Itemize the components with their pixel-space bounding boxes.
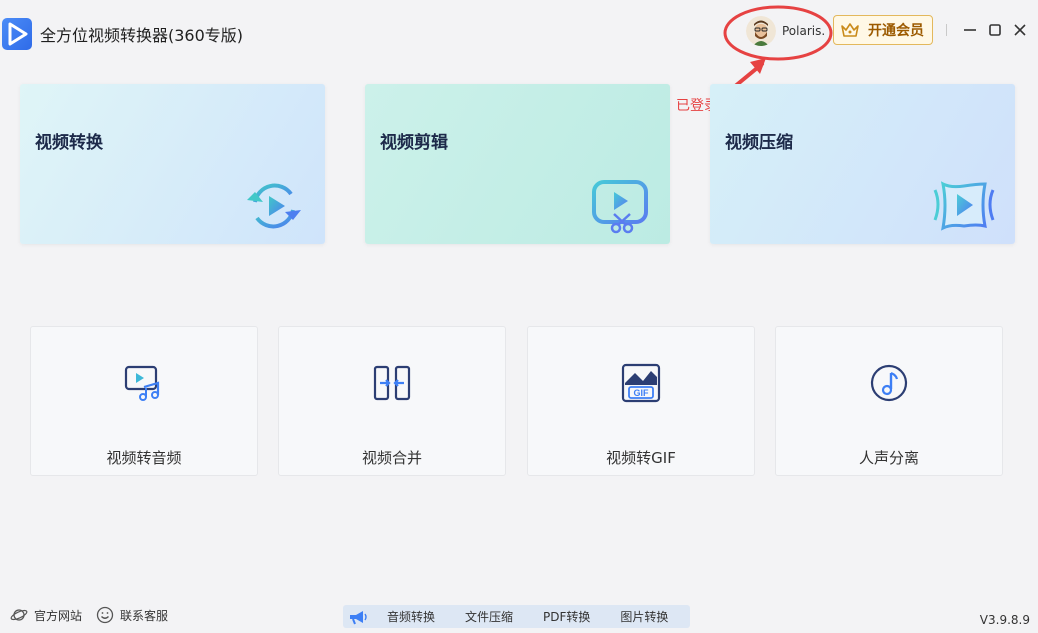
official-website-label[interactable]: 官方网站 [34,607,82,624]
titlebar-divider [946,24,947,36]
maximize-button[interactable] [985,20,1005,40]
video-convert-card[interactable]: 视频转换 [20,84,325,244]
tool-video-to-gif[interactable]: GIF 视频转GIF [527,326,755,476]
tool-label: 人声分离 [858,449,919,467]
bar-item-file-compress[interactable]: 文件压缩 [465,608,513,625]
close-button[interactable] [1010,20,1030,40]
tool-video-merge[interactable]: 视频合并 [278,326,506,476]
megaphone-icon [350,610,367,624]
video-scissors-icon [592,180,648,234]
tool-label: 视频合并 [361,449,422,467]
svg-text:GIF: GIF [634,388,650,398]
tool-video-to-audio[interactable]: 视频转音频 [30,326,258,476]
convert-cycle-icon [247,183,301,229]
bar-item-audio-convert[interactable]: 音频转换 [387,608,435,625]
video-edit-card[interactable]: 视频剪辑 [365,84,670,244]
bar-item-image-convert[interactable]: 图片转换 [620,608,668,625]
card-title: 视频压缩 [725,133,793,153]
card-title: 视频剪辑 [380,133,448,153]
tool-label: 视频转音频 [106,449,182,467]
minimize-icon [964,29,976,31]
compress-icon [933,181,995,231]
tool-vocal-separation[interactable]: 人声分离 [775,326,1003,476]
gif-icon: GIF [621,363,661,403]
version-label: V3.9.8.9 [979,613,1030,627]
related-tools-bar: 音频转换 文件压缩 PDF转换 图片转换 [343,605,690,628]
video-compress-card[interactable]: 视频压缩 [710,84,1015,244]
merge-icon [373,365,411,401]
video-to-audio-icon [124,365,160,401]
open-vip-button[interactable]: 开通会员 [833,15,933,45]
minimize-button[interactable] [960,20,980,40]
smile-icon [96,606,114,624]
close-icon [1014,24,1026,36]
vip-label: 开通会员 [868,23,924,39]
official-website-link[interactable]: 官方网站 [10,606,82,624]
app-logo-icon [2,18,32,50]
planet-icon [10,609,28,621]
contact-support-link[interactable]: 联系客服 [96,606,168,624]
card-title: 视频转换 [35,133,103,153]
maximize-icon [989,24,1001,36]
contact-support-label[interactable]: 联系客服 [120,607,168,624]
bar-item-pdf-convert[interactable]: PDF转换 [543,608,590,625]
crown-icon [841,23,859,37]
music-note-icon [870,364,908,402]
tool-label: 视频转GIF [606,449,676,467]
title-bar: 全方位视频转换器(360专版) Polaris. 开通会员 [0,0,1038,64]
app-title: 全方位视频转换器(360专版) [40,26,244,45]
